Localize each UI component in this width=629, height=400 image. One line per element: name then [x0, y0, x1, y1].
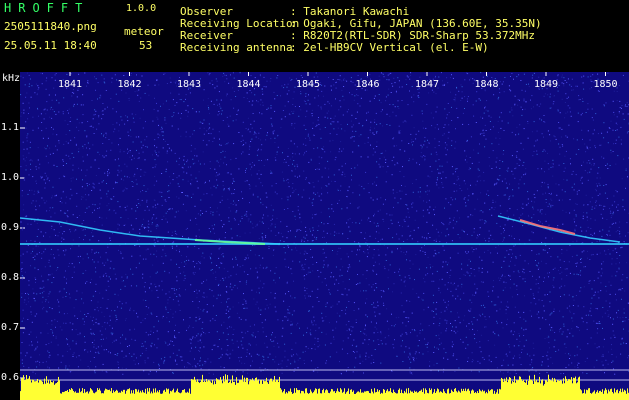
spectrogram — [20, 72, 629, 400]
x-tick-label: 1846 — [355, 79, 380, 90]
meteor-trail — [519, 219, 576, 235]
meteor-trail — [20, 217, 281, 245]
type-label: meteor — [124, 25, 164, 38]
x-tick-label: 1848 — [474, 79, 499, 90]
observer-key: Observer — [180, 5, 233, 18]
datetime: 25.05.11 18:40 — [4, 39, 97, 52]
x-tick-label: 1845 — [296, 79, 321, 90]
spectrogram-panel — [20, 72, 629, 400]
y-tick-label: 0.6 — [1, 372, 20, 383]
x-tick-label: 1842 — [117, 79, 142, 90]
antenna-value: : 2el-HB9CV Vertical (el. E-W) — [290, 41, 489, 54]
antenna-key: Receiving antenna — [180, 41, 293, 54]
receiver-key: Receiver — [180, 29, 233, 42]
y-axis-unit: kHz — [2, 73, 21, 84]
x-tick-label: 1843 — [177, 79, 202, 90]
location-value: : Ogaki, Gifu, JAPAN (136.60E, 35.35N) — [290, 17, 542, 30]
meteor-count: 53 — [139, 39, 153, 52]
observer-value: : Takanori Kawachi — [290, 5, 410, 18]
x-tick-label: 1850 — [593, 79, 618, 90]
y-tick-label: 1.0 — [1, 172, 20, 183]
x-tick-label: 1849 — [534, 79, 559, 90]
file-name: 2505111840.png — [4, 20, 97, 33]
receiver-value: : R820T2(RTL-SDR) SDR-Sharp 53.372MHz — [290, 29, 536, 42]
app-title: HROFFT — [4, 1, 90, 15]
y-tick-label: 0.7 — [1, 322, 20, 333]
x-tick-label: 1841 — [58, 79, 83, 90]
y-tick-label: 1.1 — [1, 122, 20, 133]
app-version: 1.0.0 — [126, 3, 157, 14]
y-tick-label: 0.9 — [1, 222, 20, 233]
noise-layer — [20, 72, 629, 375]
x-tick-label: 1844 — [236, 79, 261, 90]
activity-bar — [20, 374, 629, 400]
x-tick-label: 1847 — [415, 79, 440, 90]
y-tick-label: 0.8 — [1, 272, 20, 283]
location-key: Receiving Location — [180, 17, 300, 30]
